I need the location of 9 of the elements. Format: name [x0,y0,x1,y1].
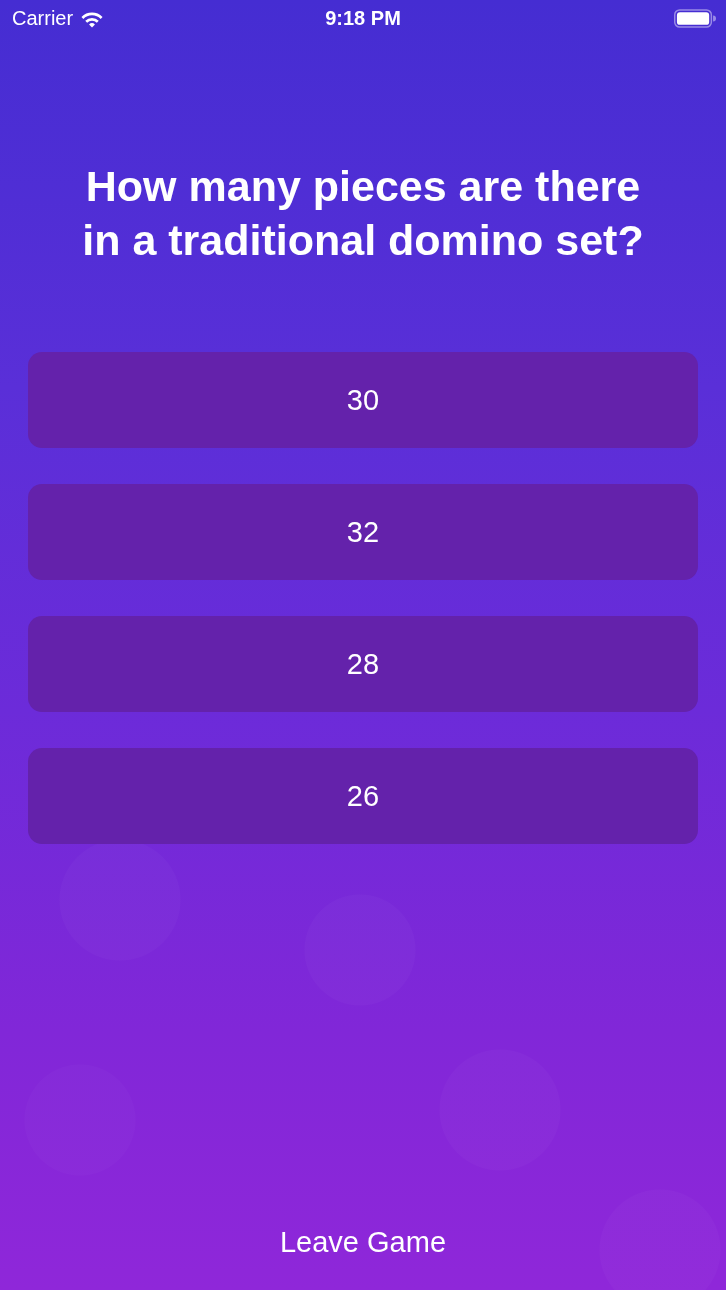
answer-button[interactable]: 26 [28,748,698,844]
answer-button[interactable]: 28 [28,616,698,712]
question-text: How many pieces are there in a traditional domino set? [81,161,645,266]
answer-button[interactable]: 32 [28,484,698,580]
carrier-label: Carrier [12,6,74,30]
battery-icon [674,8,716,28]
leave-game-button[interactable]: Leave Game [267,1218,458,1267]
answer-button[interactable]: 30 [28,352,698,448]
clock-time: 9:18 PM [325,6,401,30]
